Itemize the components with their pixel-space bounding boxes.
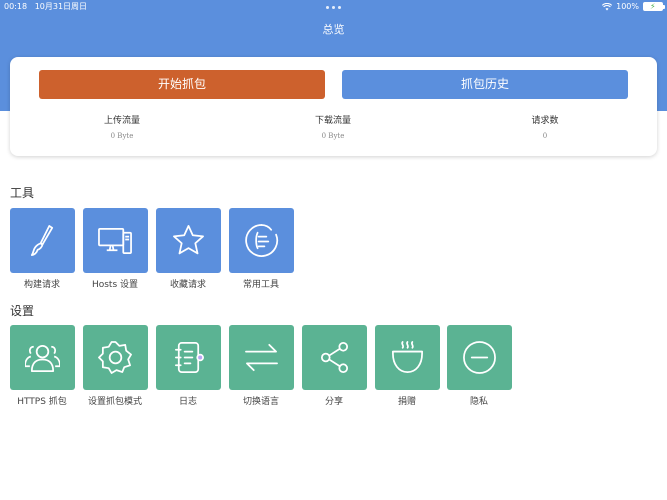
start-capture-button[interactable]: 开始抓包 [39,70,325,99]
stat-upload-label: 上传流量 [103,116,140,126]
hosts-settings-tile[interactable] [83,208,148,273]
https-capture-tile[interactable] [10,325,75,390]
swap-icon [245,343,278,372]
battery-icon: ⚡ [643,2,665,11]
settings-section-title: 设置 [10,304,35,318]
share-icon [320,342,349,373]
capture-history-button[interactable]: 抓包历史 [342,70,628,99]
star-icon [173,225,204,255]
share-label: 分享 [324,397,343,407]
donate-tile[interactable] [375,325,440,390]
common-tools-label: 常用工具 [242,280,279,290]
stat-upload-value: 0 Byte [110,132,134,140]
capture-mode-tile[interactable] [83,325,148,390]
log-label: 日志 [178,397,197,407]
tools-icon [245,224,279,257]
favorite-requests-label: 收藏请求 [169,280,206,290]
battery-percent: 100% [616,2,639,11]
switch-language-label: 切换语言 [242,397,279,407]
page-title: 总览 [322,23,345,36]
brush-icon [30,225,54,256]
switch-language-tile[interactable] [229,325,294,390]
build-request-label: 构建请求 [23,280,60,290]
gear-icon [98,341,132,374]
computer-icon [98,227,132,255]
coffee-icon [392,341,423,373]
https-capture-label: HTTPS 抓包 [17,397,67,407]
tools-section-title: 工具 [10,186,35,200]
stat-requests-value: 0 [542,132,548,140]
stat-download-value: 0 Byte [321,132,345,140]
privacy-label: 隐私 [469,397,488,407]
status-time-date: 00:18 10月31日周日 [4,0,87,13]
status-date: 10月31日周日 [34,2,88,11]
overview-card: 开始抓包 抓包历史 上传流量 0 Byte 下载流量 0 Byte 请求数 0 [10,57,657,156]
stat-requests: 请求数 0 [485,113,605,140]
stat-upload: 上传流量 0 Byte [62,113,182,140]
wifi-icon [602,2,613,10]
share-tile[interactable] [302,325,367,390]
log-tile[interactable] [156,325,221,390]
status-time: 00:18 [4,2,28,11]
users-icon [25,344,60,372]
stat-requests-label: 请求数 [531,116,559,126]
status-right: 100% ⚡ [602,0,665,13]
stat-download: 下载流量 0 Byte [273,113,393,140]
hosts-settings-label: Hosts 设置 [91,280,139,290]
multitask-dots-icon[interactable] [326,6,341,9]
common-tools-tile[interactable] [229,208,294,273]
notebook-icon [174,342,204,373]
privacy-tile[interactable] [447,325,512,390]
donate-label: 捐赠 [397,397,416,407]
favorite-requests-tile[interactable] [156,208,221,273]
build-request-tile[interactable] [10,208,75,273]
stat-download-label: 下载流量 [314,116,351,126]
minus-circle-icon [463,341,496,374]
capture-mode-label: 设置抓包模式 [87,397,142,407]
